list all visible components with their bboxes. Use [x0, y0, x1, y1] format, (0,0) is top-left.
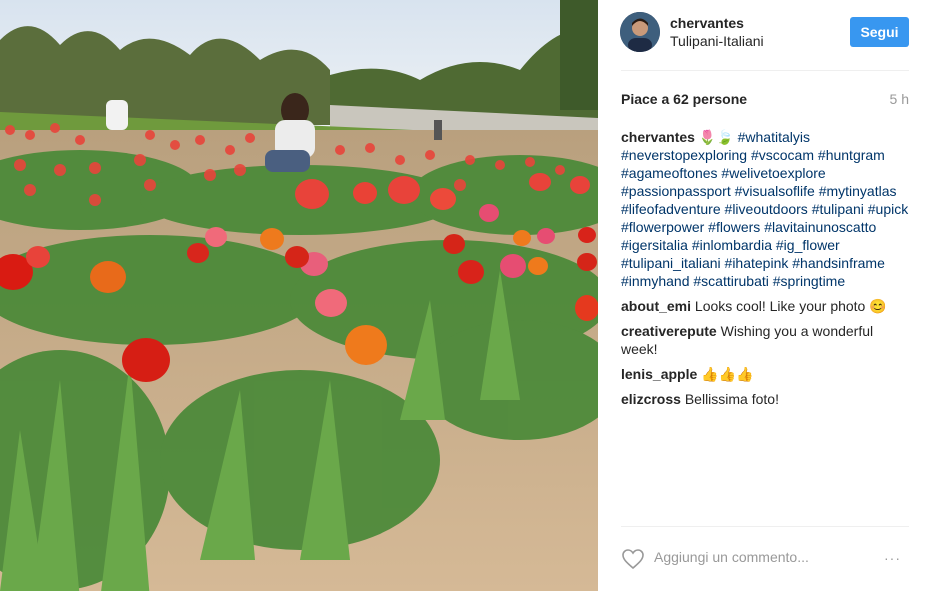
- more-options-icon[interactable]: ···: [884, 550, 901, 566]
- header-divider: [621, 70, 909, 71]
- hashtag-link[interactable]: #igersitalia: [621, 237, 688, 253]
- hashtag-link[interactable]: #inlombardia: [692, 237, 772, 253]
- hashtag-link[interactable]: #vscocam: [751, 147, 814, 163]
- post-photo[interactable]: [0, 0, 598, 591]
- comment-item: creativerepute Wishing you a wonderful w…: [621, 322, 913, 358]
- hashtag-link[interactable]: #scattirubati: [693, 273, 768, 289]
- comment-text: Looks cool! Like your photo 😊: [694, 298, 887, 314]
- hashtag-link[interactable]: #flowers: [708, 219, 760, 235]
- hashtag-link[interactable]: #neverstopexploring: [621, 147, 747, 163]
- caption-emoji: 🌷🍃: [698, 129, 734, 145]
- comment-item: about_emi Looks cool! Like your photo 😊: [621, 297, 913, 315]
- caption-hashtags: #whatitalyis #neverstopexploring #vscoca…: [621, 129, 908, 289]
- post-username[interactable]: chervantes: [670, 15, 744, 31]
- hashtag-link[interactable]: #whatitalyis: [738, 129, 810, 145]
- hashtag-link[interactable]: #ihatepink: [725, 255, 789, 271]
- post-time[interactable]: 5 h: [890, 91, 909, 107]
- comment-username[interactable]: elizcross: [621, 391, 681, 407]
- hashtag-link[interactable]: #ig_flower: [776, 237, 840, 253]
- post-location[interactable]: Tulipani-Italiani: [670, 33, 764, 49]
- tulip-field-photo: [0, 0, 598, 591]
- comment-item: elizcross Bellissima foto!: [621, 390, 913, 408]
- comment-item: lenis_apple 👍👍👍: [621, 365, 913, 383]
- caption: chervantes 🌷🍃 #whatitalyis #neverstopexp…: [621, 128, 913, 290]
- comment-username[interactable]: lenis_apple: [621, 366, 697, 382]
- follow-button[interactable]: Segui: [850, 17, 909, 47]
- avatar[interactable]: [620, 12, 660, 52]
- hashtag-link[interactable]: #tulipani: [812, 201, 864, 217]
- post-side-panel: chervantes Tulipani-Italiani Segui Piace…: [598, 0, 925, 591]
- add-comment-input[interactable]: [654, 549, 864, 565]
- hashtag-link[interactable]: #liveoutdoors: [725, 201, 808, 217]
- hashtag-link[interactable]: #springtime: [773, 273, 845, 289]
- comments-list: chervantes 🌷🍃 #whatitalyis #neverstopexp…: [621, 128, 913, 415]
- comment-text: Bellissima foto!: [684, 391, 779, 407]
- caption-username[interactable]: chervantes: [621, 129, 695, 145]
- comment-username[interactable]: creativerepute: [621, 323, 717, 339]
- hashtag-link[interactable]: #mytinyatlas: [819, 183, 897, 199]
- hashtag-link[interactable]: #inmyhand: [621, 273, 690, 289]
- comment-text: 👍👍👍: [701, 366, 754, 382]
- hashtag-link[interactable]: #lavitainunoscatto: [764, 219, 876, 235]
- footer-divider: [621, 526, 909, 527]
- hashtag-link[interactable]: #welivetoexplore: [721, 165, 825, 181]
- comment-username[interactable]: about_emi: [621, 298, 691, 314]
- add-comment-bar: ···: [598, 540, 925, 580]
- hashtag-link[interactable]: #flowerpower: [621, 219, 704, 235]
- hashtag-link[interactable]: #tulipani_italiani: [621, 255, 721, 271]
- heart-icon[interactable]: [621, 548, 645, 575]
- hashtag-link[interactable]: #agameoftones: [621, 165, 718, 181]
- hashtag-link[interactable]: #handsinframe: [792, 255, 885, 271]
- hashtag-link[interactable]: #passionpassport: [621, 183, 731, 199]
- hashtag-link[interactable]: #visualsoflife: [735, 183, 815, 199]
- hashtag-link[interactable]: #lifeofadventure: [621, 201, 721, 217]
- likes-count[interactable]: Piace a 62 persone: [621, 91, 747, 107]
- hashtag-link[interactable]: #huntgram: [818, 147, 885, 163]
- avatar-image: [620, 12, 660, 52]
- hashtag-link[interactable]: #upick: [868, 201, 908, 217]
